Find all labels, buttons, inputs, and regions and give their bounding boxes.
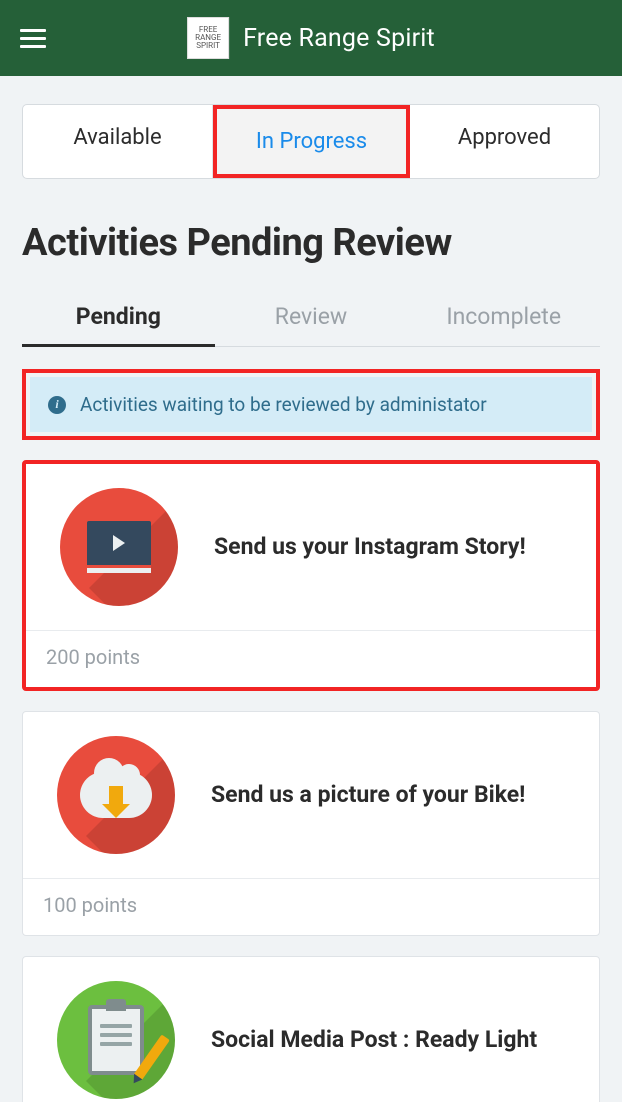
brand-name: Free Range Spirit: [243, 24, 435, 53]
tab-available[interactable]: Available: [23, 105, 213, 178]
activity-card[interactable]: Send us a picture of your Bike! 100 poin…: [22, 711, 600, 936]
clipboard-icon: [57, 981, 175, 1099]
cloud-download-icon: [57, 736, 175, 854]
activity-title: Send us a picture of your Bike!: [211, 780, 525, 810]
info-icon: i: [48, 396, 66, 414]
activity-card[interactable]: Social Media Post : Ready Light: [22, 956, 600, 1102]
tab-in-progress[interactable]: In Progress: [213, 105, 410, 178]
menu-icon[interactable]: [20, 25, 46, 51]
page-title: Activities Pending Review: [22, 221, 600, 265]
info-banner-text: Activities waiting to be reviewed by adm…: [80, 393, 487, 416]
subtab-review[interactable]: Review: [215, 303, 408, 346]
app-header: FREE RANGE SPIRIT Free Range Spirit: [0, 0, 622, 76]
activity-points: 100 points: [23, 878, 599, 935]
primary-tabs: Available In Progress Approved: [22, 104, 600, 179]
subtab-incomplete[interactable]: Incomplete: [407, 303, 600, 346]
info-banner-highlight: i Activities waiting to be reviewed by a…: [22, 369, 600, 440]
activity-card[interactable]: Send us your Instagram Story! 200 points: [22, 460, 600, 691]
secondary-tabs: Pending Review Incomplete: [22, 303, 600, 347]
activity-points: 200 points: [26, 630, 596, 687]
subtab-pending[interactable]: Pending: [22, 303, 215, 346]
activity-title: Social Media Post : Ready Light: [211, 1025, 537, 1055]
brand: FREE RANGE SPIRIT Free Range Spirit: [187, 17, 435, 59]
tab-approved[interactable]: Approved: [410, 105, 599, 178]
info-banner: i Activities waiting to be reviewed by a…: [30, 377, 592, 432]
video-icon: [60, 488, 178, 606]
activity-title: Send us your Instagram Story!: [214, 532, 526, 562]
brand-logo: FREE RANGE SPIRIT: [187, 17, 229, 59]
